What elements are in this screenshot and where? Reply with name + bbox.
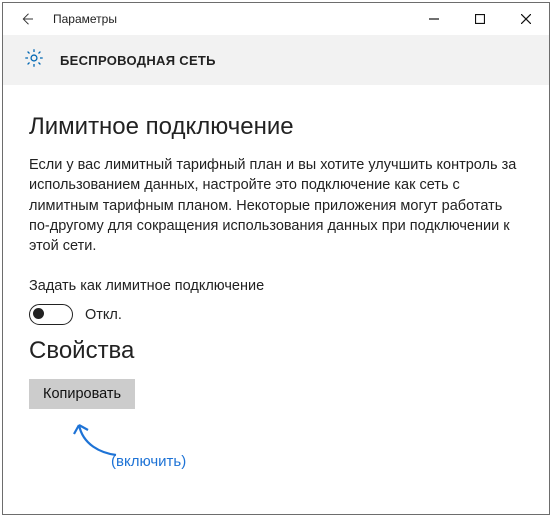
gear-icon: [23, 47, 45, 74]
toggle-row: Откл.: [29, 304, 523, 325]
metered-toggle[interactable]: [29, 304, 73, 325]
maximize-button[interactable]: [457, 3, 503, 35]
minimize-button[interactable]: [411, 3, 457, 35]
setting-label: Задать как лимитное подключение: [29, 278, 523, 294]
back-button[interactable]: [3, 3, 51, 35]
close-icon: [521, 14, 531, 24]
close-button[interactable]: [503, 3, 549, 35]
copy-button[interactable]: Копировать: [29, 379, 135, 409]
page-header: БЕСПРОВОДНАЯ СЕТЬ: [3, 35, 549, 85]
section-title: Лимитное подключение: [29, 113, 523, 141]
maximize-icon: [475, 14, 485, 24]
properties-title: Свойства: [29, 337, 523, 365]
settings-window: Параметры БЕСПРОВОДНАЯ СЕТЬ Лимитное под…: [2, 2, 550, 515]
system-buttons: [411, 3, 549, 35]
arrow-annotation-icon: [71, 417, 131, 457]
toggle-state-label: Откл.: [85, 307, 122, 323]
page-title: БЕСПРОВОДНАЯ СЕТЬ: [60, 53, 216, 68]
toggle-knob: [33, 308, 44, 319]
minimize-icon: [429, 14, 439, 24]
annotation-overlay: (включить): [71, 417, 231, 477]
app-title: Параметры: [53, 12, 117, 26]
content-area: Лимитное подключение Если у вас лимитный…: [3, 85, 549, 514]
section-description: Если у вас лимитный тарифный план и вы х…: [29, 155, 523, 256]
arrow-left-icon: [18, 10, 36, 28]
annotation-text: (включить): [111, 453, 186, 470]
titlebar: Параметры: [3, 3, 549, 35]
